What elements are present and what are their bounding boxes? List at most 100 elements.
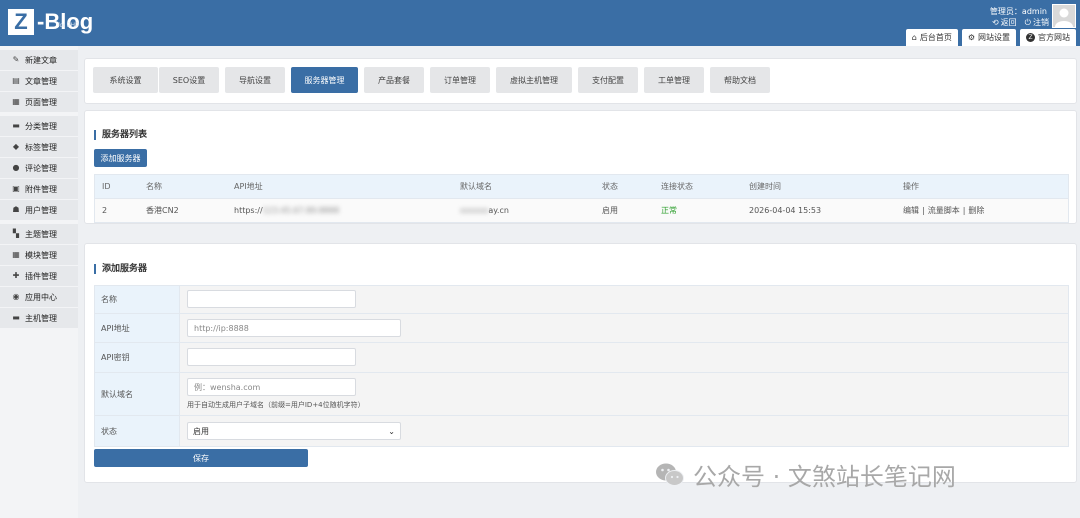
sidebar-item-pages[interactable]: ▦ 页面管理	[0, 92, 78, 112]
avatar[interactable]	[1052, 4, 1076, 28]
sidebar-item-modules[interactable]: ▦ 模块管理	[0, 245, 78, 265]
tab-help-docs[interactable]: 帮助文档	[710, 67, 770, 93]
col-created: 创建时间	[749, 182, 781, 191]
tab-virtual-hosts[interactable]: 虚拟主机管理	[496, 67, 572, 93]
sidebar-item-plugins[interactable]: ✚ 插件管理	[0, 266, 78, 286]
table-row: 2 香港CN2 https:// 123.45.67.89:8888 xxxxx…	[94, 199, 1069, 223]
tab-seo-settings[interactable]: SEO设置	[159, 67, 219, 93]
tab-product-plans[interactable]: 产品套餐	[364, 67, 424, 93]
row-api-text: https://	[234, 206, 263, 215]
back-link[interactable]: ⟲ 返回	[992, 17, 1017, 28]
row-name: 香港CN2	[146, 206, 179, 215]
col-actions: 操作	[903, 182, 919, 191]
row-status: 启用	[602, 206, 618, 215]
home-icon: ⌂	[911, 33, 917, 42]
form-row-api: API地址	[95, 314, 1068, 343]
sidebar-item-new-article[interactable]: ✎ 新建文章	[0, 50, 78, 70]
tab-orders[interactable]: 订单管理	[430, 67, 490, 93]
tab-admin-home[interactable]: ⌂ 后台首页	[905, 29, 958, 46]
tab-server-management[interactable]: 服务器管理	[291, 67, 358, 93]
sidebar-item-label: 新建文章	[25, 55, 57, 65]
domain-field[interactable]	[187, 378, 356, 396]
domain-label: 默认域名	[95, 373, 180, 415]
top-header: Z -Blog for PHP 管理员：admin ⟲ 返回 ⏻ 注销 ⌂ 后台…	[0, 0, 1080, 46]
form-row-status: 状态 启用 ⌄	[95, 416, 1068, 446]
form-row-name: 名称	[95, 286, 1068, 314]
add-server-panel: 添加服务器 名称 API地址 API密钥 默认域名 用于自动生成用户子域名（前缀…	[84, 243, 1077, 483]
tab-nav-settings[interactable]: 导航设置	[225, 67, 285, 93]
users-icon: ☗	[12, 205, 20, 214]
api-key-label: API密钥	[95, 343, 180, 372]
tab-site-settings-label: 网站设置	[978, 33, 1010, 42]
form-row-domain: 默认域名 用于自动生成用户子域名（前缀=用户ID+4位随机字符）	[95, 373, 1068, 416]
traffic-script-link[interactable]: 流量脚本	[928, 205, 960, 216]
zblog-logo[interactable]: Z -Blog	[8, 9, 93, 35]
edit-link[interactable]: 编辑	[903, 205, 919, 216]
tab-official-site-label: 官方网站	[1038, 33, 1070, 42]
server-table: ID 名称 API地址 默认域名 状态 连接状态 创建时间 操作 2 香港CN2…	[94, 174, 1069, 223]
tab-system-settings[interactable]: 系统设置	[93, 67, 158, 93]
tab-site-settings[interactable]: ⚙ 网站设置	[961, 29, 1016, 46]
logo-subtitle: for PHP	[58, 23, 80, 29]
logout-link[interactable]: ⏻ 注销	[1025, 17, 1049, 28]
chevron-down-icon: ⌄	[388, 426, 395, 436]
attachment-icon: ▣	[12, 184, 20, 193]
status-select[interactable]: 启用 ⌄	[187, 422, 401, 440]
name-field[interactable]	[187, 290, 356, 308]
action-separator: |	[922, 206, 925, 215]
tab-official-site[interactable]: Z 官方网站	[1020, 29, 1076, 46]
module-icon: ▦	[12, 250, 20, 259]
sidebar-item-hosts[interactable]: ▬ 主机管理	[0, 308, 78, 328]
server-list-title: 服务器列表	[94, 130, 147, 140]
sidebar-item-label: 页面管理	[25, 97, 57, 107]
api-url-field[interactable]	[187, 319, 401, 337]
tab-admin-home-label: 后台首页	[919, 33, 952, 42]
sidebar-item-app-center[interactable]: ◉ 应用中心	[0, 287, 78, 307]
sidebar-item-label: 应用中心	[25, 292, 57, 302]
logout-link-label: 注销	[1033, 18, 1049, 27]
table-header: ID 名称 API地址 默认域名 状态 连接状态 创建时间 操作	[94, 174, 1069, 199]
api-key-field[interactable]	[187, 348, 356, 366]
sidebar-item-label: 用户管理	[25, 205, 57, 215]
name-label: 名称	[95, 286, 180, 313]
add-server-button[interactable]: 添加服务器	[94, 149, 147, 167]
add-server-form: 名称 API地址 API密钥 默认域名 用于自动生成用户子域名（前缀=用户ID+…	[94, 285, 1069, 447]
sidebar-item-attachments[interactable]: ▣ 附件管理	[0, 179, 78, 199]
power-icon: ⏻	[1024, 17, 1031, 27]
tab-payment-config[interactable]: 支付配置	[578, 67, 638, 93]
status-select-value: 启用	[193, 426, 209, 436]
edit-icon: ✎	[12, 55, 20, 64]
sidebar-item-label: 主题管理	[25, 229, 57, 239]
plugin-icon: ✚	[12, 271, 20, 280]
sidebar-item-label: 分类管理	[25, 121, 57, 131]
folder-icon: ▬	[12, 121, 20, 130]
delete-link[interactable]: 删除	[968, 205, 984, 216]
sidebar-item-users[interactable]: ☗ 用户管理	[0, 200, 78, 220]
sidebar-item-label: 标签管理	[25, 142, 57, 152]
row-api: https:// 123.45.67.89:8888	[234, 199, 339, 222]
sidebar-item-tags[interactable]: ◆ 标签管理	[0, 137, 78, 157]
sidebar-item-themes[interactable]: ▚ 主题管理	[0, 224, 78, 244]
action-separator: |	[962, 206, 966, 215]
sidebar-item-comments[interactable]: ● 评论管理	[0, 158, 78, 178]
col-connection: 连接状态	[661, 182, 693, 191]
logo-mark: Z	[8, 9, 34, 35]
status-label: 状态	[95, 416, 180, 446]
comment-icon: ●	[12, 163, 20, 172]
col-status: 状态	[602, 182, 618, 191]
sidebar-item-categories[interactable]: ▬ 分类管理	[0, 116, 78, 136]
host-icon: ▬	[12, 313, 20, 322]
watermark-text: 公众号 · 文煞站长笔记网	[693, 463, 956, 491]
save-button[interactable]: 保存	[94, 449, 308, 467]
user-avatar-icon	[1053, 5, 1075, 27]
zblog-icon: Z	[1026, 33, 1035, 42]
back-icon: ⟲	[991, 18, 999, 27]
row-created: 2026-04-04 15:53	[749, 206, 822, 215]
row-id: 2	[102, 206, 108, 215]
theme-icon: ▚	[12, 229, 20, 238]
sidebar-item-articles[interactable]: ▤ 文章管理	[0, 71, 78, 91]
sidebar-item-label: 文章管理	[25, 76, 57, 86]
tab-tickets[interactable]: 工单管理	[644, 67, 704, 93]
col-id: ID	[102, 182, 111, 191]
sidebar-item-label: 附件管理	[25, 184, 57, 194]
